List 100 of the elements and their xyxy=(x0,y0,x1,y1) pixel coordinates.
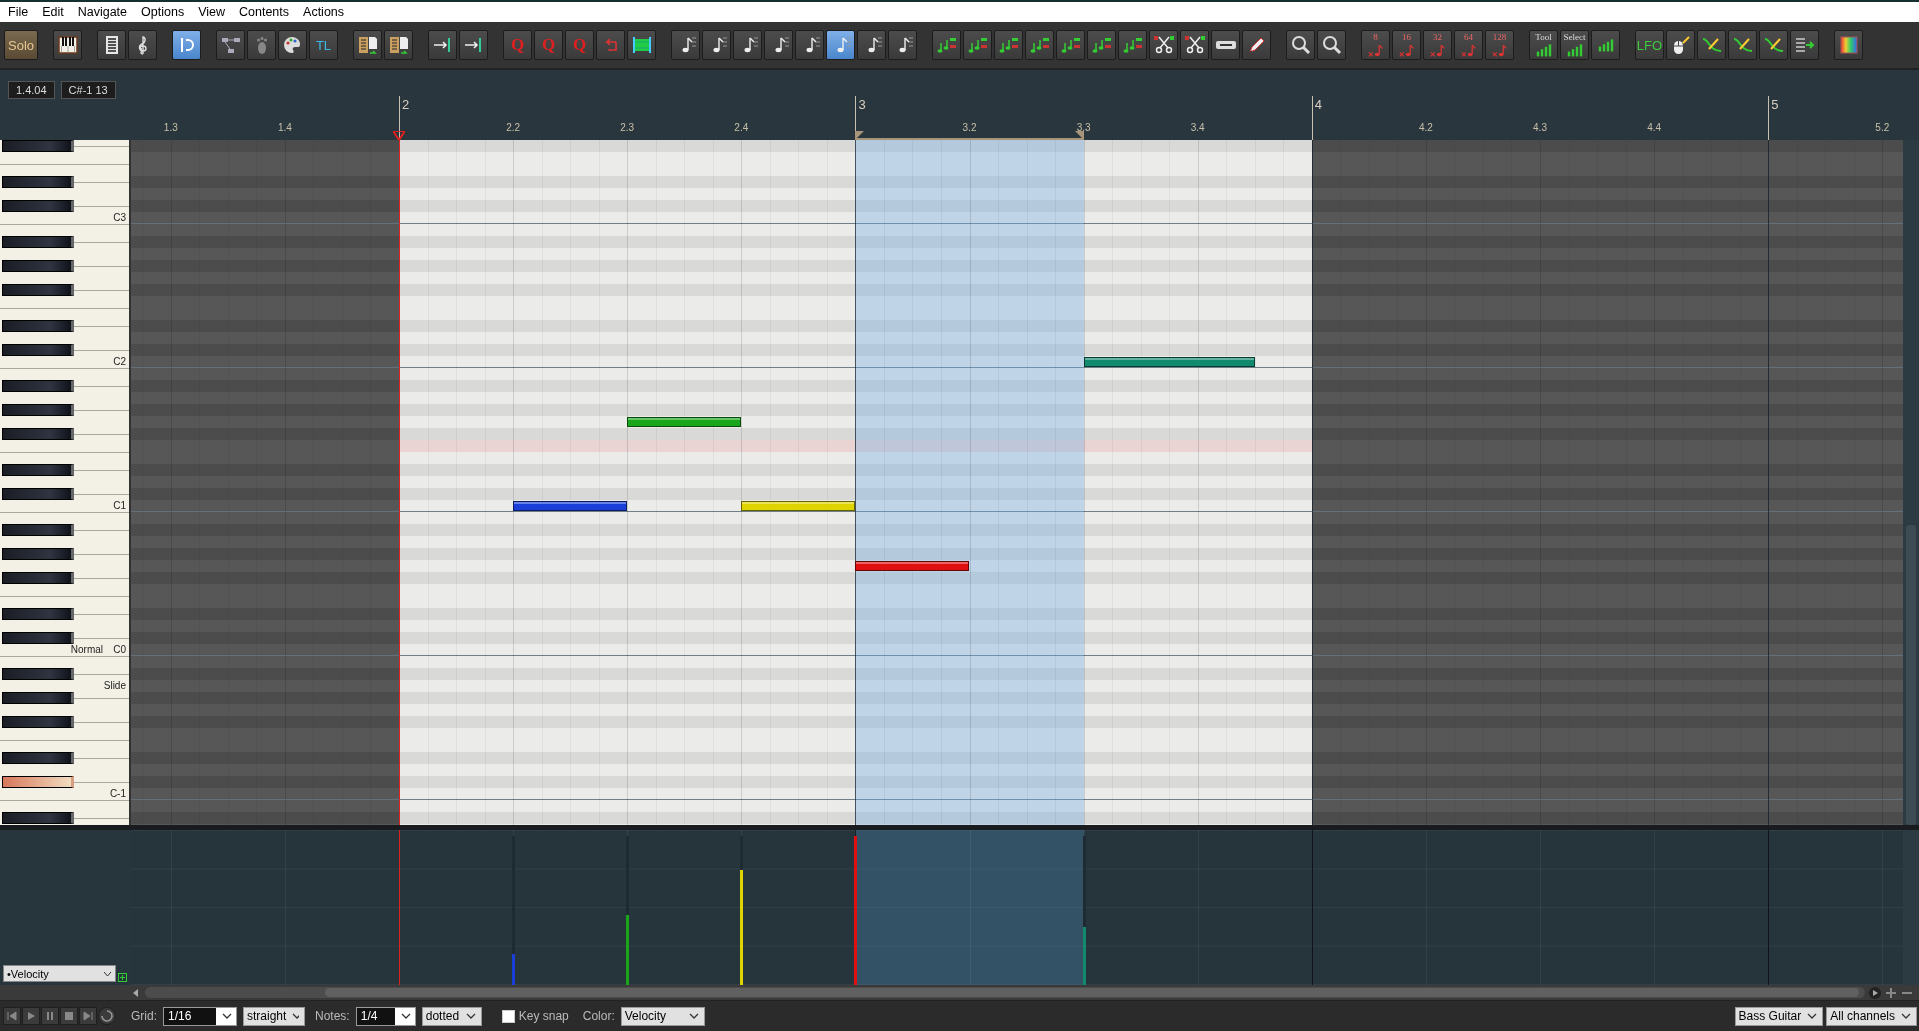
bar-icon xyxy=(630,35,653,55)
vertical-scrollbar[interactable] xyxy=(1903,830,1919,985)
toolbar-button[interactable] xyxy=(733,30,762,60)
key-label: C3 xyxy=(113,212,126,224)
toolbar-button[interactable] xyxy=(1759,30,1788,60)
menu-item[interactable]: Actions xyxy=(296,5,352,19)
midi-note[interactable] xyxy=(1083,357,1255,367)
toolbar-button[interactable] xyxy=(932,30,961,60)
toolbar-button[interactable] xyxy=(1118,30,1147,60)
notes-label: Notes: xyxy=(315,1009,350,1023)
beat-label: 4.3 xyxy=(1533,122,1547,133)
toolbar-button[interactable] xyxy=(994,30,1023,60)
timeline-ruler[interactable]: 1.3 1.4 2 2.2 2.3 2.4 3 3.2 3.3 3.4 4 4.2 4.3 4.4 5 5.2 xyxy=(131,70,1903,140)
toolbar-button[interactable] xyxy=(702,30,731,60)
menu-item[interactable]: Edit xyxy=(35,5,71,19)
menu-item[interactable]: Navigate xyxy=(70,5,135,19)
toolbar-button[interactable] xyxy=(384,30,413,60)
skip-forward-button[interactable] xyxy=(79,1007,97,1025)
toolbar-button[interactable] xyxy=(128,30,157,60)
toolbar-button[interactable] xyxy=(1286,30,1315,60)
vertical-scrollbar[interactable] xyxy=(1903,140,1919,825)
beat-label: 3.3 xyxy=(1076,122,1091,133)
lane-selector[interactable]: •Velocity xyxy=(3,965,116,982)
notes-icon xyxy=(1059,35,1082,55)
toolbar-button[interactable] xyxy=(1697,30,1726,60)
toolbar-button[interactable] xyxy=(1666,30,1695,60)
midi-note[interactable] xyxy=(627,417,742,427)
loop-button[interactable] xyxy=(98,1007,116,1025)
note-display: C#-1 13 xyxy=(60,81,116,99)
scroll-left-icon[interactable] xyxy=(131,987,141,998)
horizontal-scrollbar[interactable] xyxy=(145,987,1865,998)
grid-select[interactable]: 1/16 xyxy=(163,1006,237,1026)
grid-type-select[interactable]: straight xyxy=(243,1006,305,1026)
list-arrow-icon xyxy=(1793,35,1816,55)
channel-select[interactable]: All channels xyxy=(1826,1006,1917,1026)
piano-key[interactable] xyxy=(2,776,74,788)
toolbar-button[interactable] xyxy=(278,30,307,60)
pause-icon xyxy=(45,1011,55,1021)
checkbox[interactable] xyxy=(501,1009,515,1023)
toolbar-button[interactable] xyxy=(764,30,793,60)
toolbar-button[interactable] xyxy=(826,30,855,60)
toolbar-button[interactable] xyxy=(1790,30,1819,60)
color-mode-select[interactable]: Velocity xyxy=(620,1006,705,1026)
note-name-label: Slide xyxy=(103,680,126,692)
notes-type-select[interactable]: dotted xyxy=(421,1006,482,1026)
toolbar-button[interactable] xyxy=(795,30,824,60)
toolbar-button[interactable] xyxy=(1180,30,1209,60)
toolbar-button[interactable] xyxy=(1591,30,1620,60)
notes-icon xyxy=(997,35,1020,55)
menu-item[interactable]: View xyxy=(191,5,232,19)
toolbar-button[interactable] xyxy=(459,30,488,60)
menu-item[interactable]: Options xyxy=(134,5,192,19)
pause-button[interactable] xyxy=(41,1007,59,1025)
skip-back-button[interactable] xyxy=(3,1007,21,1025)
toolbar-button[interactable] xyxy=(888,30,917,60)
zoom-icon xyxy=(1289,35,1312,55)
toolbar-button[interactable]: TL xyxy=(309,30,338,60)
toolbar-button[interactable] xyxy=(353,30,382,60)
toolbar-button[interactable] xyxy=(1317,30,1346,60)
skip-back-icon xyxy=(7,1011,17,1021)
midi-note[interactable] xyxy=(513,501,628,511)
menu-item[interactable]: File xyxy=(1,5,36,19)
note-grid[interactable] xyxy=(131,140,1903,825)
toolbar-button[interactable] xyxy=(1211,30,1240,60)
toolbar-button[interactable] xyxy=(857,30,886,60)
beat-label: 4.4 xyxy=(1647,122,1662,133)
toolbar-button[interactable]: Tool xyxy=(1529,30,1558,60)
toolbar-button[interactable] xyxy=(963,30,992,60)
toolbar-button[interactable]: Solo xyxy=(4,30,38,60)
scissors-icon xyxy=(1183,35,1206,55)
toolbar-button[interactable] xyxy=(627,30,656,60)
edit-cursor-marker[interactable] xyxy=(393,131,405,140)
piano-keyboard[interactable]: C3 C2 C1 C0 C-1 Normal Slide xyxy=(0,140,131,825)
track-select[interactable]: Bass Guitar xyxy=(1734,1006,1824,1026)
bar-number: 4 xyxy=(1314,97,1323,112)
menu-item[interactable]: Contents xyxy=(232,5,297,19)
toolbar-button[interactable] xyxy=(1834,30,1863,60)
toolbar-button[interactable] xyxy=(97,30,126,60)
toolbar-button[interactable] xyxy=(1025,30,1054,60)
toolbar-button[interactable] xyxy=(1056,30,1085,60)
zoom-in-icon[interactable] xyxy=(1885,986,1897,999)
notes-select[interactable]: 1/4 xyxy=(355,1006,416,1026)
midi-note[interactable] xyxy=(855,561,970,571)
toolbar-button[interactable]: LFO xyxy=(1635,30,1664,60)
toolbar-button[interactable] xyxy=(1149,30,1178,60)
midi-note[interactable] xyxy=(741,501,856,511)
play-icon[interactable] xyxy=(1869,986,1881,999)
curve-icon xyxy=(1762,35,1785,55)
toolbar-button[interactable] xyxy=(1728,30,1757,60)
plus-icon[interactable] xyxy=(118,973,127,982)
toolbar-button[interactable] xyxy=(172,30,201,60)
toolbar-button[interactable]: Select xyxy=(1560,30,1589,60)
toolbar-button[interactable] xyxy=(1242,30,1271,60)
toolbar-button[interactable] xyxy=(216,30,245,60)
toolbar-button[interactable] xyxy=(428,30,457,60)
toolbar-button[interactable] xyxy=(671,30,700,60)
play-button[interactable] xyxy=(22,1007,40,1025)
toolbar-button[interactable] xyxy=(1087,30,1116,60)
stop-button[interactable] xyxy=(60,1007,78,1025)
toolbar-button[interactable] xyxy=(53,30,82,60)
